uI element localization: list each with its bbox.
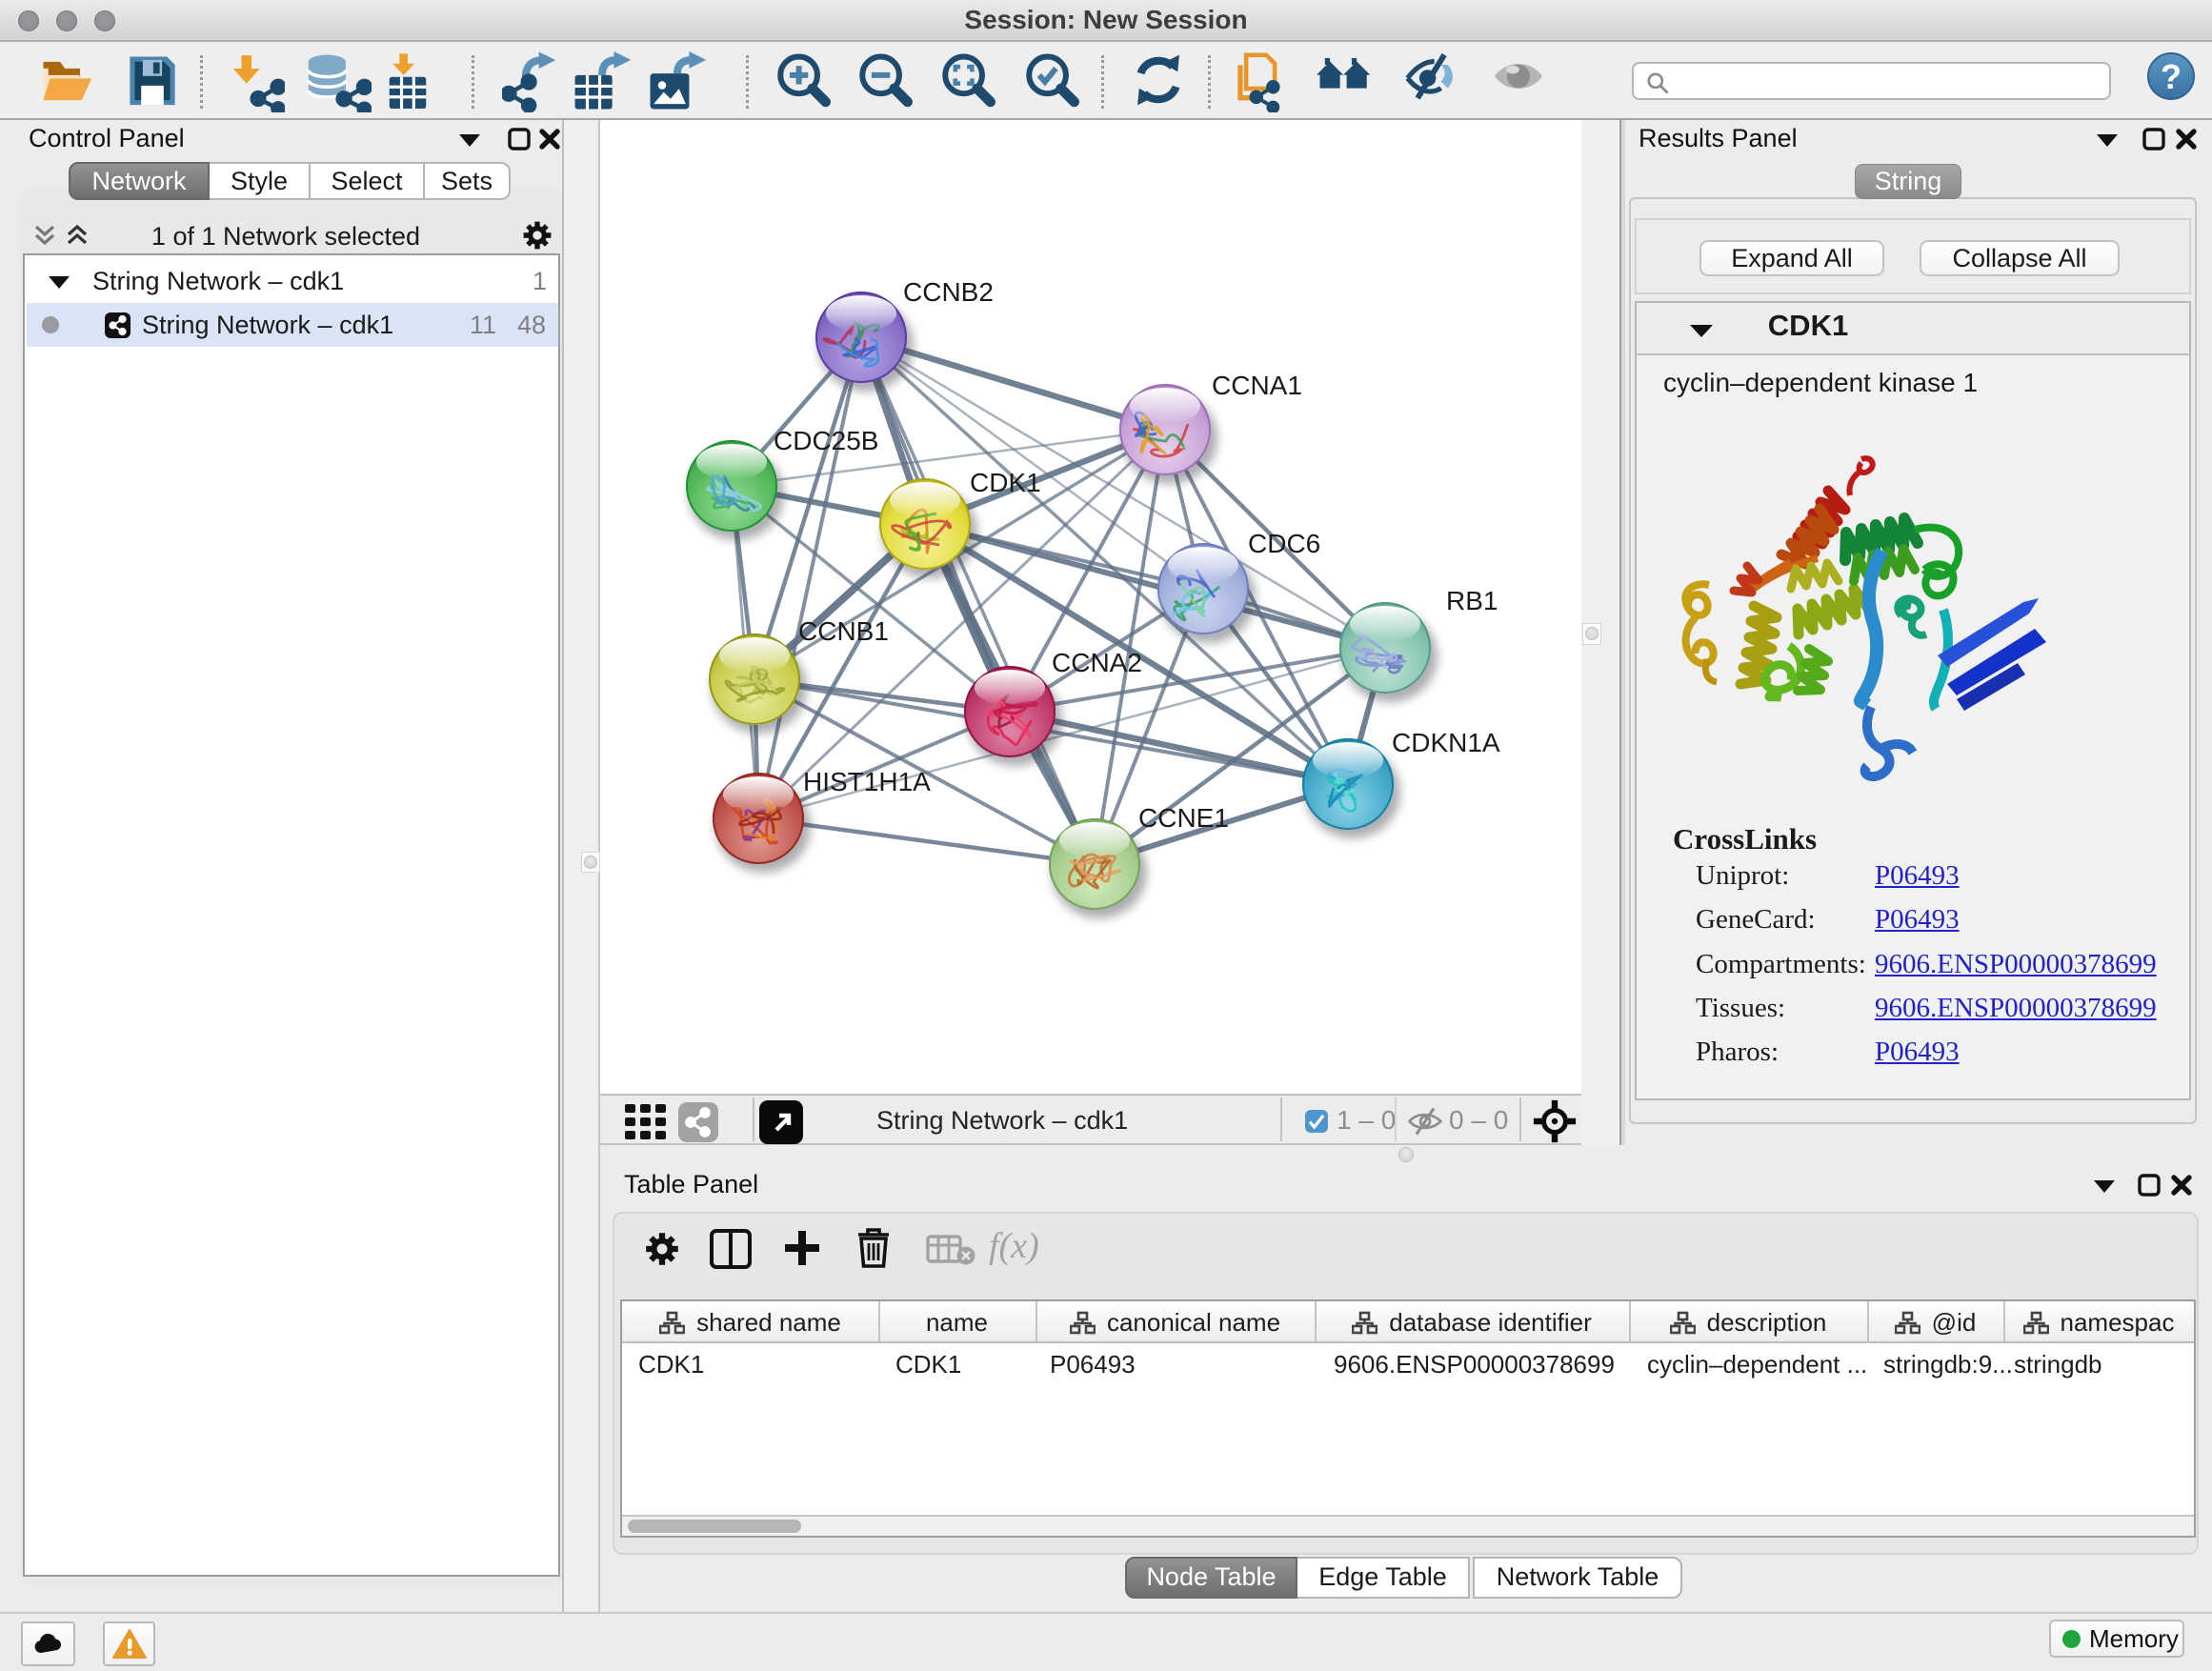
svg-text:CDK1: CDK1: [970, 468, 1041, 497]
svg-text:CDC25B: CDC25B: [774, 426, 878, 455]
svg-text:CCNB2: CCNB2: [903, 277, 994, 307]
svg-text:CDC6: CDC6: [1248, 529, 1320, 558]
svg-text:HIST1H1A: HIST1H1A: [803, 767, 931, 796]
svg-text:CCNA1: CCNA1: [1212, 371, 1302, 400]
svg-text:CCNB1: CCNB1: [798, 616, 889, 646]
svg-text:CCNA2: CCNA2: [1052, 648, 1142, 677]
svg-text:CCNE1: CCNE1: [1138, 803, 1229, 833]
svg-text:RB1: RB1: [1446, 586, 1498, 615]
svg-text:CDKN1A: CDKN1A: [1392, 728, 1500, 757]
